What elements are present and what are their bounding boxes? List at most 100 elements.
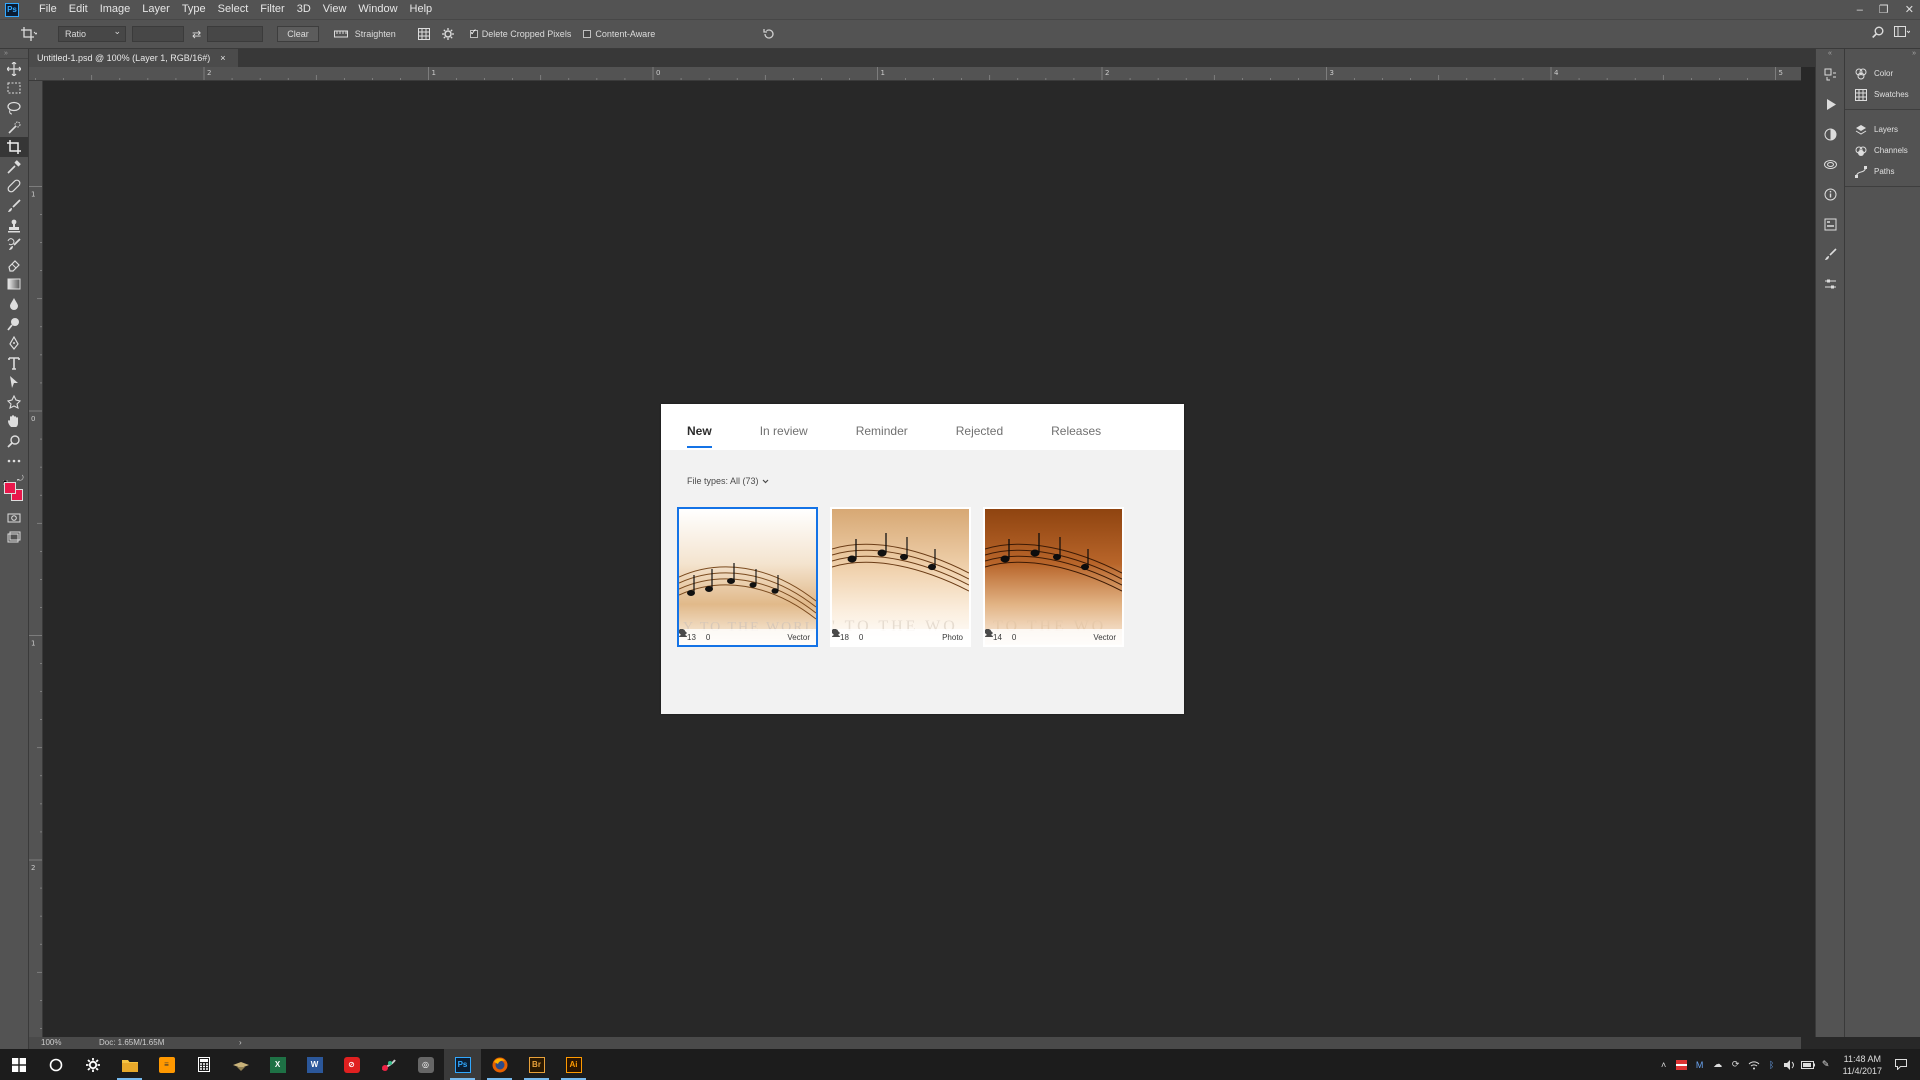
- panel-swatches[interactable]: Swatches: [1845, 84, 1920, 105]
- straighten-icon[interactable]: [333, 27, 349, 41]
- collapse-icon-bar-arrows[interactable]: «: [1816, 49, 1844, 59]
- reset-icon[interactable]: [761, 27, 777, 41]
- tab-new[interactable]: New: [687, 404, 712, 450]
- workspace-icon[interactable]: [1894, 26, 1911, 40]
- hand-tool-icon[interactable]: [0, 412, 28, 432]
- ratio-select[interactable]: Ratio: [58, 24, 126, 42]
- history-brush-tool-icon[interactable]: [0, 235, 28, 255]
- tab-reminder[interactable]: Reminder: [856, 404, 908, 450]
- menu-select[interactable]: Select: [212, 0, 255, 19]
- collapse-panels-arrows[interactable]: »: [1845, 49, 1920, 59]
- restore-button[interactable]: ❐: [1879, 3, 1889, 16]
- type-tool-icon[interactable]: [0, 353, 28, 373]
- content-aware-checkbox[interactable]: Content-Aware: [583, 29, 655, 39]
- gear-icon[interactable]: [440, 27, 456, 41]
- pdf-reader-icon[interactable]: ⊘: [333, 1049, 370, 1080]
- pen-tool-icon[interactable]: [0, 333, 28, 353]
- libraries-panel-icon[interactable]: [1816, 149, 1844, 179]
- dodge-tool-icon[interactable]: [0, 314, 28, 334]
- search-icon[interactable]: [1872, 26, 1884, 40]
- clone-stamp-tool-icon[interactable]: [0, 216, 28, 236]
- checkbox-unchecked-icon[interactable]: [583, 30, 592, 38]
- move-tool-icon[interactable]: [0, 59, 28, 79]
- cortana-search-icon[interactable]: [37, 1049, 74, 1080]
- thumbnail-card[interactable]: ' TO THE WO 18 0 Photo: [830, 507, 971, 647]
- brush-tool-icon[interactable]: [0, 196, 28, 216]
- history-panel-icon[interactable]: [1816, 59, 1844, 89]
- zoom-tool-icon[interactable]: [0, 431, 28, 451]
- adjustments-panel-icon[interactable]: [1816, 119, 1844, 149]
- blur-tool-icon[interactable]: [0, 294, 28, 314]
- panel-layers[interactable]: Layers: [1845, 119, 1920, 140]
- info-panel-icon[interactable]: [1816, 179, 1844, 209]
- document-tab[interactable]: Untitled-1.psd @ 100% (Layer 1, RGB/16#)…: [29, 49, 238, 67]
- quick-selection-tool-icon[interactable]: [0, 118, 28, 138]
- bluetooth-tray-icon[interactable]: ᛒ: [1765, 1058, 1779, 1072]
- minimize-button[interactable]: –: [1857, 4, 1863, 16]
- brushes-panel-icon[interactable]: [1816, 239, 1844, 269]
- camera-app-icon[interactable]: ◎: [407, 1049, 444, 1080]
- menu-edit[interactable]: Edit: [63, 0, 94, 19]
- start-button[interactable]: [0, 1049, 37, 1080]
- actions-panel-icon[interactable]: [1816, 89, 1844, 119]
- crop-tool-icon[interactable]: [0, 137, 28, 157]
- status-arrow-icon[interactable]: ›: [239, 1037, 242, 1049]
- quick-mask-icon[interactable]: [0, 508, 28, 528]
- menu-window[interactable]: Window: [352, 0, 403, 19]
- menu-file[interactable]: File: [33, 0, 63, 19]
- gradient-tool-icon[interactable]: [0, 275, 28, 295]
- tab-in-review[interactable]: In review: [760, 404, 808, 450]
- shape-tool-icon[interactable]: [0, 392, 28, 412]
- photoshop-taskbar-icon[interactable]: Ps: [444, 1049, 481, 1080]
- swap-colors-icon[interactable]: ⤾: [17, 474, 24, 484]
- brush-settings-icon[interactable]: [1816, 269, 1844, 299]
- sublime-text-icon[interactable]: ≡: [148, 1049, 185, 1080]
- calculator-icon[interactable]: [185, 1049, 222, 1080]
- pen-tray-icon[interactable]: ✎: [1819, 1058, 1833, 1072]
- panel-paths[interactable]: Paths: [1845, 161, 1920, 182]
- gmail-tray-icon[interactable]: M: [1693, 1058, 1707, 1072]
- file-explorer-icon[interactable]: [111, 1049, 148, 1080]
- close-tab-icon[interactable]: ×: [220, 49, 225, 67]
- more-tools-icon[interactable]: [0, 451, 28, 471]
- menu-view[interactable]: View: [317, 0, 353, 19]
- eraser-tool-icon[interactable]: [0, 255, 28, 275]
- firefox-icon[interactable]: [481, 1049, 518, 1080]
- wifi-tray-icon[interactable]: [1747, 1058, 1761, 1072]
- ratio-height-input[interactable]: [207, 26, 264, 42]
- swap-icon[interactable]: ⇄: [192, 28, 201, 41]
- properties-panel-icon[interactable]: [1816, 209, 1844, 239]
- flag-tray-icon[interactable]: [1675, 1058, 1689, 1072]
- menu-type[interactable]: Type: [176, 0, 212, 19]
- delete-cropped-pixels-checkbox[interactable]: Delete Cropped Pixels: [469, 27, 571, 39]
- notifications-icon[interactable]: [1894, 1058, 1908, 1072]
- foreground-color-swatch[interactable]: [4, 482, 16, 495]
- menu-layer[interactable]: Layer: [136, 0, 176, 19]
- bird-app-icon[interactable]: [222, 1049, 259, 1080]
- panel-channels[interactable]: Channels: [1845, 140, 1920, 161]
- marquee-tool-icon[interactable]: [0, 79, 28, 99]
- volume-tray-icon[interactable]: [1783, 1058, 1797, 1072]
- menu-image[interactable]: Image: [94, 0, 137, 19]
- checkbox-checked-icon[interactable]: [469, 27, 478, 38]
- panel-color[interactable]: Color: [1845, 63, 1920, 84]
- toolbar-collapse-arrows[interactable]: »: [0, 49, 28, 59]
- default-colors-icon[interactable]: [2, 474, 11, 488]
- bridge-icon[interactable]: Br: [518, 1049, 555, 1080]
- excel-icon[interactable]: X: [259, 1049, 296, 1080]
- overlay-grid-icon[interactable]: [416, 27, 432, 41]
- screen-mode-icon[interactable]: [0, 528, 28, 548]
- chevron-up-icon[interactable]: ˄: [1657, 1058, 1671, 1072]
- cloud-tray-icon[interactable]: ☁: [1711, 1058, 1725, 1072]
- thumbnail-card[interactable]: TO THE WO 14 0 Vector: [983, 507, 1124, 647]
- settings-app-icon[interactable]: [74, 1049, 111, 1080]
- path-selection-tool-icon[interactable]: [0, 373, 28, 393]
- tab-releases[interactable]: Releases: [1051, 404, 1101, 450]
- thumbnail-card[interactable]: Y TO THE WORL 13 0 Vector: [677, 507, 818, 647]
- menu-filter[interactable]: Filter: [254, 0, 290, 19]
- ratio-width-input[interactable]: [132, 26, 184, 42]
- zoom-level[interactable]: 100%: [29, 1037, 79, 1049]
- clock[interactable]: 11:48 AM 11/4/2017: [1843, 1053, 1882, 1077]
- crop-tool-preset-icon[interactable]: [14, 23, 44, 45]
- file-types-filter[interactable]: File types: All (73): [687, 476, 769, 486]
